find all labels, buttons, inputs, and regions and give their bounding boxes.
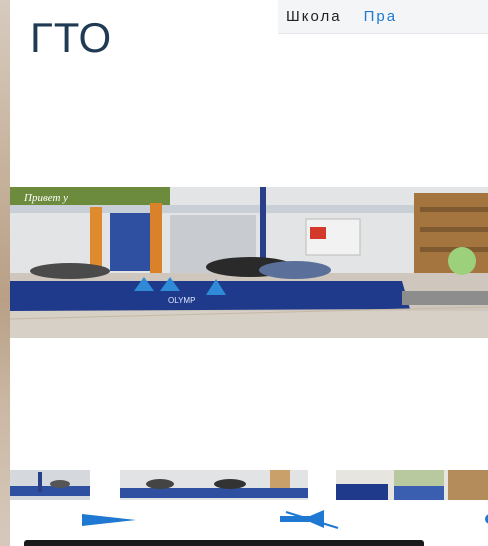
- filmstrip[interactable]: [10, 470, 488, 500]
- mat-brand-text: OLYMP: [168, 296, 195, 305]
- bottom-bar: [24, 540, 424, 546]
- gym-scene-image: Привет у OLYMP: [10, 187, 488, 338]
- filmstrip-thumb[interactable]: [120, 470, 308, 500]
- filmstrip-thumb[interactable]: [10, 470, 90, 500]
- play-icon[interactable]: [82, 510, 136, 530]
- video-controls: [10, 502, 488, 534]
- nav-link-school[interactable]: Школа: [286, 8, 342, 25]
- filmstrip-thumb[interactable]: [336, 470, 488, 500]
- banner-text: Привет у: [23, 192, 68, 204]
- volume-mute-icon[interactable]: [280, 508, 340, 530]
- nav-link-right[interactable]: Пра: [364, 8, 397, 25]
- top-nav-bar: Школа Пра: [278, 0, 488, 34]
- video-preview-frame[interactable]: Привет у OLYMP: [10, 187, 488, 338]
- left-edge-strip: [0, 0, 10, 546]
- partial-icon: [485, 514, 488, 524]
- page-title: ГТО: [30, 14, 113, 61]
